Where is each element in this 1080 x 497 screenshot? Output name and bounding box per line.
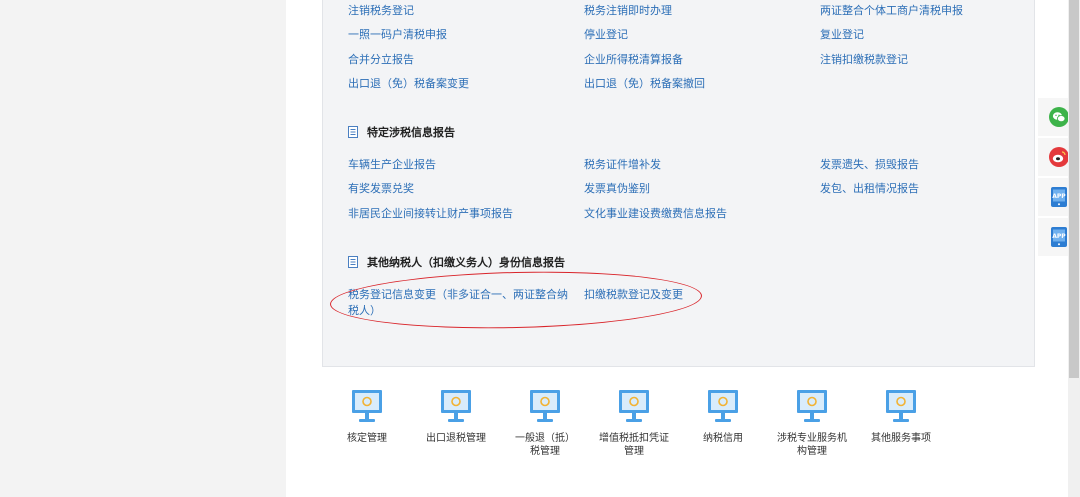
tile-label: 出口退税管理	[426, 433, 486, 444]
link-one-code-clearance[interactable]: 一照一码户清税申报	[348, 27, 447, 43]
link-export-refund-revoke[interactable]: 出口退（免）税备案撤回	[584, 76, 705, 92]
link-instant-cancellation[interactable]: 税务注销即时办理	[584, 3, 672, 19]
link-invoice-loss-report[interactable]: 发票遗失、损毁报告	[820, 157, 919, 173]
tile-label: 一般退（抵）税管理	[515, 433, 575, 457]
app-download-icon: APP	[1051, 227, 1067, 247]
section-special-heading: 特定涉税信息报告	[348, 124, 455, 140]
link-individual-clearance[interactable]: 两证整合个体工商户清税申报	[820, 3, 963, 19]
tile-label: 涉税专业服务机构管理	[777, 433, 847, 457]
link-contracting-lease-report[interactable]: 发包、出租情况报告	[820, 181, 919, 197]
tile-label: 核定管理	[347, 433, 387, 444]
computer-icon	[797, 390, 827, 422]
link-export-refund-change[interactable]: 出口退（免）税备案变更	[348, 76, 469, 92]
link-invoice-verification[interactable]: 发票真伪鉴别	[584, 181, 650, 197]
tile-vat-deduction-management[interactable]: 增值税抵扣凭证管理	[594, 388, 674, 458]
svg-text:APP: APP	[1052, 233, 1066, 240]
link-cancel-withholding[interactable]: 注销扣缴税款登记	[820, 52, 908, 68]
tile-label: 增值税抵扣凭证管理	[599, 433, 669, 457]
tile-label: 纳税信用	[703, 433, 743, 444]
computer-icon	[530, 390, 560, 422]
tile-label: 其他服务事项	[871, 433, 931, 444]
computer-icon	[708, 390, 738, 422]
link-nonresident-transfer[interactable]: 非居民企业间接转让财产事项报告	[348, 206, 513, 222]
tile-assessment-management[interactable]: 核定管理	[327, 388, 407, 445]
document-icon	[348, 126, 358, 138]
tile-tax-credit[interactable]: 纳税信用	[683, 388, 763, 445]
section-special-title: 特定涉税信息报告	[367, 126, 455, 139]
tile-general-refund-management[interactable]: 一般退（抵）税管理	[505, 388, 585, 458]
link-income-tax-liquidation[interactable]: 企业所得税清算报备	[584, 52, 683, 68]
computer-icon	[441, 390, 471, 422]
computer-icon	[886, 390, 916, 422]
computer-icon	[352, 390, 382, 422]
section-other-title: 其他纳税人（扣缴义务人）身份信息报告	[367, 256, 565, 269]
app-download-icon: APP	[1051, 187, 1067, 207]
document-icon	[348, 256, 358, 268]
computer-icon	[619, 390, 649, 422]
link-registration-info-change[interactable]: 税务登记信息变更（非多证合一、两证整合纳税人）	[348, 287, 568, 319]
link-resumption[interactable]: 复业登记	[820, 27, 864, 43]
scrollbar-thumb[interactable]	[1069, 0, 1079, 378]
link-certificate-reissue[interactable]: 税务证件增补发	[584, 157, 661, 173]
link-vehicle-producer-report[interactable]: 车辆生产企业报告	[348, 157, 436, 173]
tile-export-refund-management[interactable]: 出口退税管理	[416, 388, 496, 445]
section-other-heading: 其他纳税人（扣缴义务人）身份信息报告	[348, 254, 565, 270]
wechat-icon	[1049, 107, 1069, 127]
link-suspension[interactable]: 停业登记	[584, 27, 628, 43]
link-cancel-tax-registration[interactable]: 注销税务登记	[348, 3, 414, 19]
link-merger-split[interactable]: 合并分立报告	[348, 52, 414, 68]
tile-tax-agency-management[interactable]: 涉税专业服务机构管理	[772, 388, 852, 458]
link-withholding-registration-change[interactable]: 扣缴税款登记及变更	[584, 287, 683, 303]
weibo-icon	[1049, 147, 1069, 167]
link-invoice-prize[interactable]: 有奖发票兑奖	[348, 181, 414, 197]
link-cultural-fee-report[interactable]: 文化事业建设费缴费信息报告	[584, 206, 727, 222]
svg-text:APP: APP	[1052, 193, 1066, 200]
tile-other-services[interactable]: 其他服务事项	[861, 388, 941, 445]
